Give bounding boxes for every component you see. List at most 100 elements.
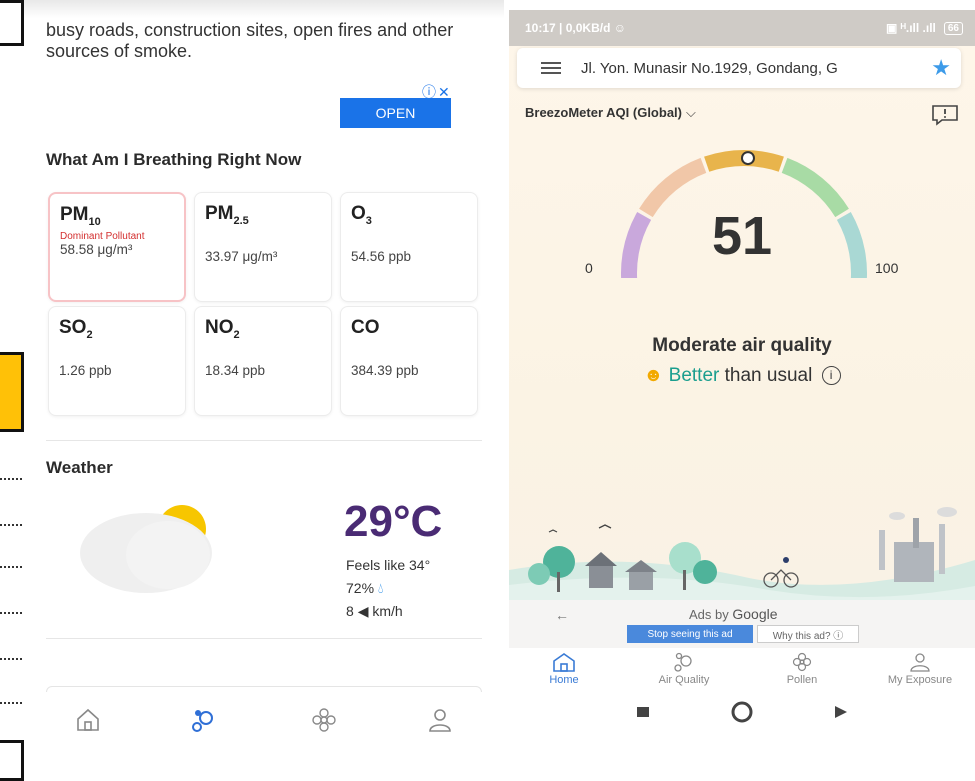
gauge-segment	[621, 211, 652, 278]
humidity-row: 72% 💧︎	[346, 580, 384, 597]
landscape-illustration	[509, 507, 975, 615]
wind-speed-value: 8	[346, 603, 354, 619]
weather-section-title: Weather	[46, 458, 113, 477]
home-screen: 10:17 | 0,0KB/d ☺ ▣ ᴴ.ıll .ıll 66 Jl. Yo…	[509, 10, 975, 750]
cropped-divider	[0, 524, 22, 526]
pollutant-name: CO	[351, 317, 380, 338]
home-icon	[553, 653, 575, 672]
pollen-icon	[792, 652, 812, 672]
pollutant-card-pm10[interactable]: PM10 Dominant Pollutant 58.58 μg/m³	[48, 192, 186, 302]
comparison-better: Better	[668, 365, 720, 386]
air-quality-label: Moderate air quality	[652, 335, 832, 356]
pollutant-name: PM10	[60, 204, 101, 228]
scroll-shadow	[24, 0, 504, 18]
nav-home[interactable]: Home	[509, 652, 619, 686]
nav-air-quality-label: Air Quality	[658, 674, 710, 686]
recent-apps-button[interactable]	[637, 707, 649, 717]
section-divider	[46, 440, 482, 441]
pollutant-card-pm25[interactable]: PM2.5 33.97 μg/m³	[194, 192, 332, 302]
pollutant-value: 384.39 ppb	[351, 362, 419, 378]
pollutant-name: PM2.5	[205, 203, 249, 227]
aqi-value: 51	[711, 206, 773, 266]
feels-like-text: Feels like 34°	[346, 557, 431, 573]
wind-direction-icon: ◀︎	[357, 603, 369, 619]
profile-icon[interactable]	[426, 706, 454, 734]
chevron-down-icon: ⌵	[685, 105, 696, 120]
nav-pollen-label: Pollen	[786, 674, 818, 686]
signal-icon: ▣ ᴴ.ıll .ıll	[885, 21, 936, 35]
breathing-section-title: What Am I Breathing Right Now	[46, 150, 302, 169]
pollutant-card-o3[interactable]: O3 54.56 ppb	[340, 192, 478, 302]
stop-seeing-ad-button[interactable]: Stop seeing this ad	[627, 625, 753, 643]
profile-icon	[910, 653, 930, 672]
pollutant-value: 18.34 ppb	[205, 362, 266, 378]
why-this-ad-button[interactable]: Why this ad? ⓘ	[757, 625, 859, 643]
pollutant-name: SO2	[59, 317, 93, 341]
android-back-button[interactable]	[835, 706, 847, 718]
favorite-star-icon[interactable]: ★	[931, 55, 951, 81]
pollutant-value: 1.26 ppb	[59, 362, 112, 378]
android-navigation-bar	[509, 692, 975, 750]
cropped-divider	[0, 612, 22, 614]
smile-emoji-icon: ☻	[643, 365, 664, 386]
cropped-panel-top	[0, 0, 24, 46]
dominant-pollutant-label: Dominant Pollutant	[60, 230, 145, 242]
bottom-navigation	[24, 692, 504, 752]
pollutant-card-so2[interactable]: SO2 1.26 ppb	[48, 306, 186, 416]
ad-open-button[interactable]: OPEN	[340, 98, 451, 128]
pollutant-name: O3	[351, 203, 372, 227]
section-divider	[46, 638, 482, 639]
nav-air-quality[interactable]: Air Quality	[629, 652, 739, 686]
pollutant-card-no2[interactable]: NO2 18.34 ppb	[194, 306, 332, 416]
cropped-divider	[0, 658, 22, 660]
wind-unit: km/h	[372, 603, 403, 619]
android-home-button[interactable]	[731, 701, 753, 723]
air-quality-icon	[674, 652, 692, 672]
status-bar: 10:17 | 0,0KB/d ☺ ▣ ᴴ.ıll .ıll 66	[509, 10, 975, 46]
cropped-divider	[0, 702, 22, 704]
cropped-divider	[0, 566, 22, 568]
comparison-rest: than usual	[724, 365, 813, 386]
aqi-index-selector[interactable]: BreezoMeter AQI (Global) ⌵	[525, 105, 696, 121]
droplet-icon: 💧︎	[377, 580, 384, 596]
temperature-value: 29°C	[344, 497, 443, 546]
ads-by-google: Ads by Google	[689, 606, 778, 622]
location-address: Jl. Yon. Munasir No.1929, Gondang, G	[581, 59, 838, 77]
wind-row: 8 ◀︎ km/h	[346, 603, 403, 620]
cropped-panel-bottom	[0, 740, 24, 781]
pollen-icon[interactable]	[310, 706, 338, 734]
pollutant-description: busy roads, construction sites, open fir…	[46, 20, 454, 61]
pollutant-value: 58.58 μg/m³	[60, 241, 133, 257]
feedback-icon[interactable]	[931, 104, 959, 126]
location-search-bar[interactable]: Jl. Yon. Munasir No.1929, Gondang, G ★	[517, 48, 961, 88]
air-quality-details-screen: busy roads, construction sites, open fir…	[24, 0, 504, 781]
menu-icon[interactable]	[541, 62, 561, 74]
ad-banner: ← Ads by Google Stop seeing this ad Why …	[509, 600, 975, 648]
status-icons: ▣ ᴴ.ıll .ıll 66	[886, 21, 963, 35]
aqi-index-name: BreezoMeter AQI (Global)	[525, 105, 682, 120]
bottom-navigation: Home Air Quality Pollen My Exposure	[509, 648, 975, 692]
nav-home-label: Home	[549, 674, 579, 686]
ad-back-arrow-icon[interactable]: ←	[555, 607, 569, 623]
cropped-divider	[0, 478, 22, 480]
info-icon[interactable]: i	[821, 366, 841, 386]
pollutant-card-co[interactable]: CO 384.39 ppb	[340, 306, 478, 416]
gauge-max-label: 100	[875, 260, 899, 276]
home-icon[interactable]	[74, 706, 102, 734]
air-quality-icon[interactable]	[190, 706, 218, 734]
humidity-value: 72%	[346, 580, 375, 596]
pollutant-name: NO2	[205, 317, 240, 341]
gauge-marker	[740, 151, 755, 166]
cropped-panel-yellow	[0, 352, 24, 432]
pollutant-value: 54.56 ppb	[351, 248, 412, 264]
gauge-segment	[836, 211, 867, 278]
nav-my-exposure[interactable]: My Exposure	[865, 652, 975, 686]
battery-icon: 66	[943, 21, 963, 35]
air-quality-comparison: ☻ Better than usual i	[509, 365, 975, 387]
status-time: 10:17 | 0,0KB/d ☺	[525, 21, 626, 35]
gauge-min-label: 0	[585, 260, 593, 276]
nav-pollen[interactable]: Pollen	[747, 652, 857, 686]
nav-my-exposure-label: My Exposure	[887, 674, 953, 686]
screenshot-canvas: busy roads, construction sites, open fir…	[0, 0, 975, 781]
pollutant-value: 33.97 μg/m³	[205, 248, 278, 264]
